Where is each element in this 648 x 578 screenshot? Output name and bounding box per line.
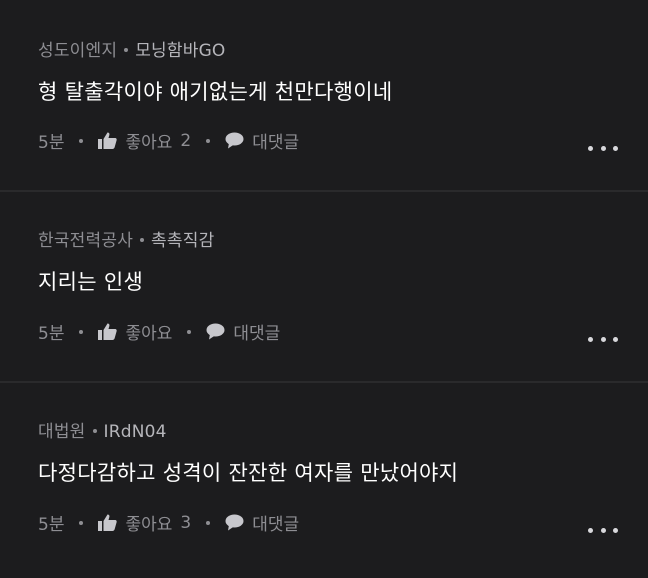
like-label: 좋아요	[125, 515, 173, 535]
reply-label: 대댓글	[252, 133, 300, 153]
like-button[interactable]: 좋아요	[98, 319, 172, 344]
comment-author-company: 대법원	[38, 422, 86, 442]
separator-dot	[140, 238, 145, 242]
more-dot	[600, 145, 606, 151]
speech-bubble-icon	[225, 132, 244, 149]
comment-author-nickname[interactable]: 촉촉직감	[151, 231, 214, 251]
comment-text: 다정다감하고 성격이 잔잔한 여자를 만났어야지	[38, 461, 459, 485]
reply-label: 대댓글	[252, 515, 300, 535]
comment-time: 5분	[38, 324, 65, 344]
comment-author-company: 성도이엔지	[38, 41, 118, 61]
like-button[interactable]: 좋아요 2	[98, 128, 191, 153]
thumbs-up-icon	[98, 514, 118, 531]
reply-label: 대댓글	[233, 324, 281, 344]
comment-actions: 5분 좋아요 2 대댓글	[38, 128, 299, 154]
comment-author-company: 한국전력공사	[38, 231, 134, 251]
comment-item: 한국전력공사 촉촉직감 지리는 인생 5분 좋아요 대댓글	[0, 192, 648, 381]
more-dot	[588, 527, 593, 533]
comment-time: 5분	[38, 133, 65, 153]
comment-meta: 대법원 IRdN04	[38, 417, 167, 442]
more-dot	[613, 145, 618, 151]
reply-button[interactable]: 대댓글	[206, 319, 280, 344]
separator-dot	[206, 520, 211, 525]
more-dot	[588, 336, 593, 342]
comment-text: 형 탈출각이야 애기없는게 천만다행이네	[38, 80, 393, 104]
separator-dot	[92, 429, 97, 433]
speech-bubble-icon	[206, 323, 225, 340]
more-options-button[interactable]	[588, 141, 618, 155]
thumbs-up-icon	[98, 132, 118, 149]
more-dot	[600, 527, 606, 533]
separator-dot	[79, 138, 84, 143]
comment-author-nickname[interactable]: IRdN04	[104, 422, 167, 442]
comment-actions: 5분 좋아요 3 대댓글	[38, 510, 299, 536]
thumbs-up-icon	[98, 323, 118, 340]
separator-dot	[187, 329, 192, 334]
more-options-button[interactable]	[588, 332, 618, 346]
comment-text: 지리는 인생	[38, 270, 144, 294]
comment-meta: 한국전력공사 촉촉직감	[38, 226, 214, 251]
more-dot	[588, 145, 593, 151]
comment-actions: 5분 좋아요 대댓글	[38, 319, 280, 344]
like-label: 좋아요	[125, 324, 173, 344]
separator-dot	[79, 329, 84, 334]
reply-button[interactable]: 대댓글	[225, 510, 299, 535]
separator-dot	[206, 138, 211, 143]
more-dot	[613, 336, 618, 342]
more-dot	[613, 527, 618, 533]
like-label: 좋아요	[125, 133, 173, 153]
like-button[interactable]: 좋아요 3	[98, 510, 191, 535]
speech-bubble-icon	[225, 514, 244, 531]
like-count: 2	[180, 130, 192, 151]
comment-time: 5분	[38, 515, 65, 535]
separator-dot	[124, 48, 129, 52]
reply-button[interactable]: 대댓글	[225, 128, 299, 153]
separator-dot	[79, 520, 84, 525]
comment-item: 대법원 IRdN04 다정다감하고 성격이 잔잔한 여자를 만났어야지 5분 좋아…	[0, 383, 648, 578]
comment-author-nickname[interactable]: 모닝함바GO	[135, 41, 225, 61]
more-options-button[interactable]	[588, 523, 618, 537]
comment-meta: 성도이엔지 모닝함바GO	[38, 36, 226, 61]
comment-item: 성도이엔지 모닝함바GO 형 탈출각이야 애기없는게 천만다행이네 5분 좋아요 …	[0, 0, 648, 190]
more-dot	[600, 336, 606, 342]
like-count: 3	[180, 512, 192, 533]
